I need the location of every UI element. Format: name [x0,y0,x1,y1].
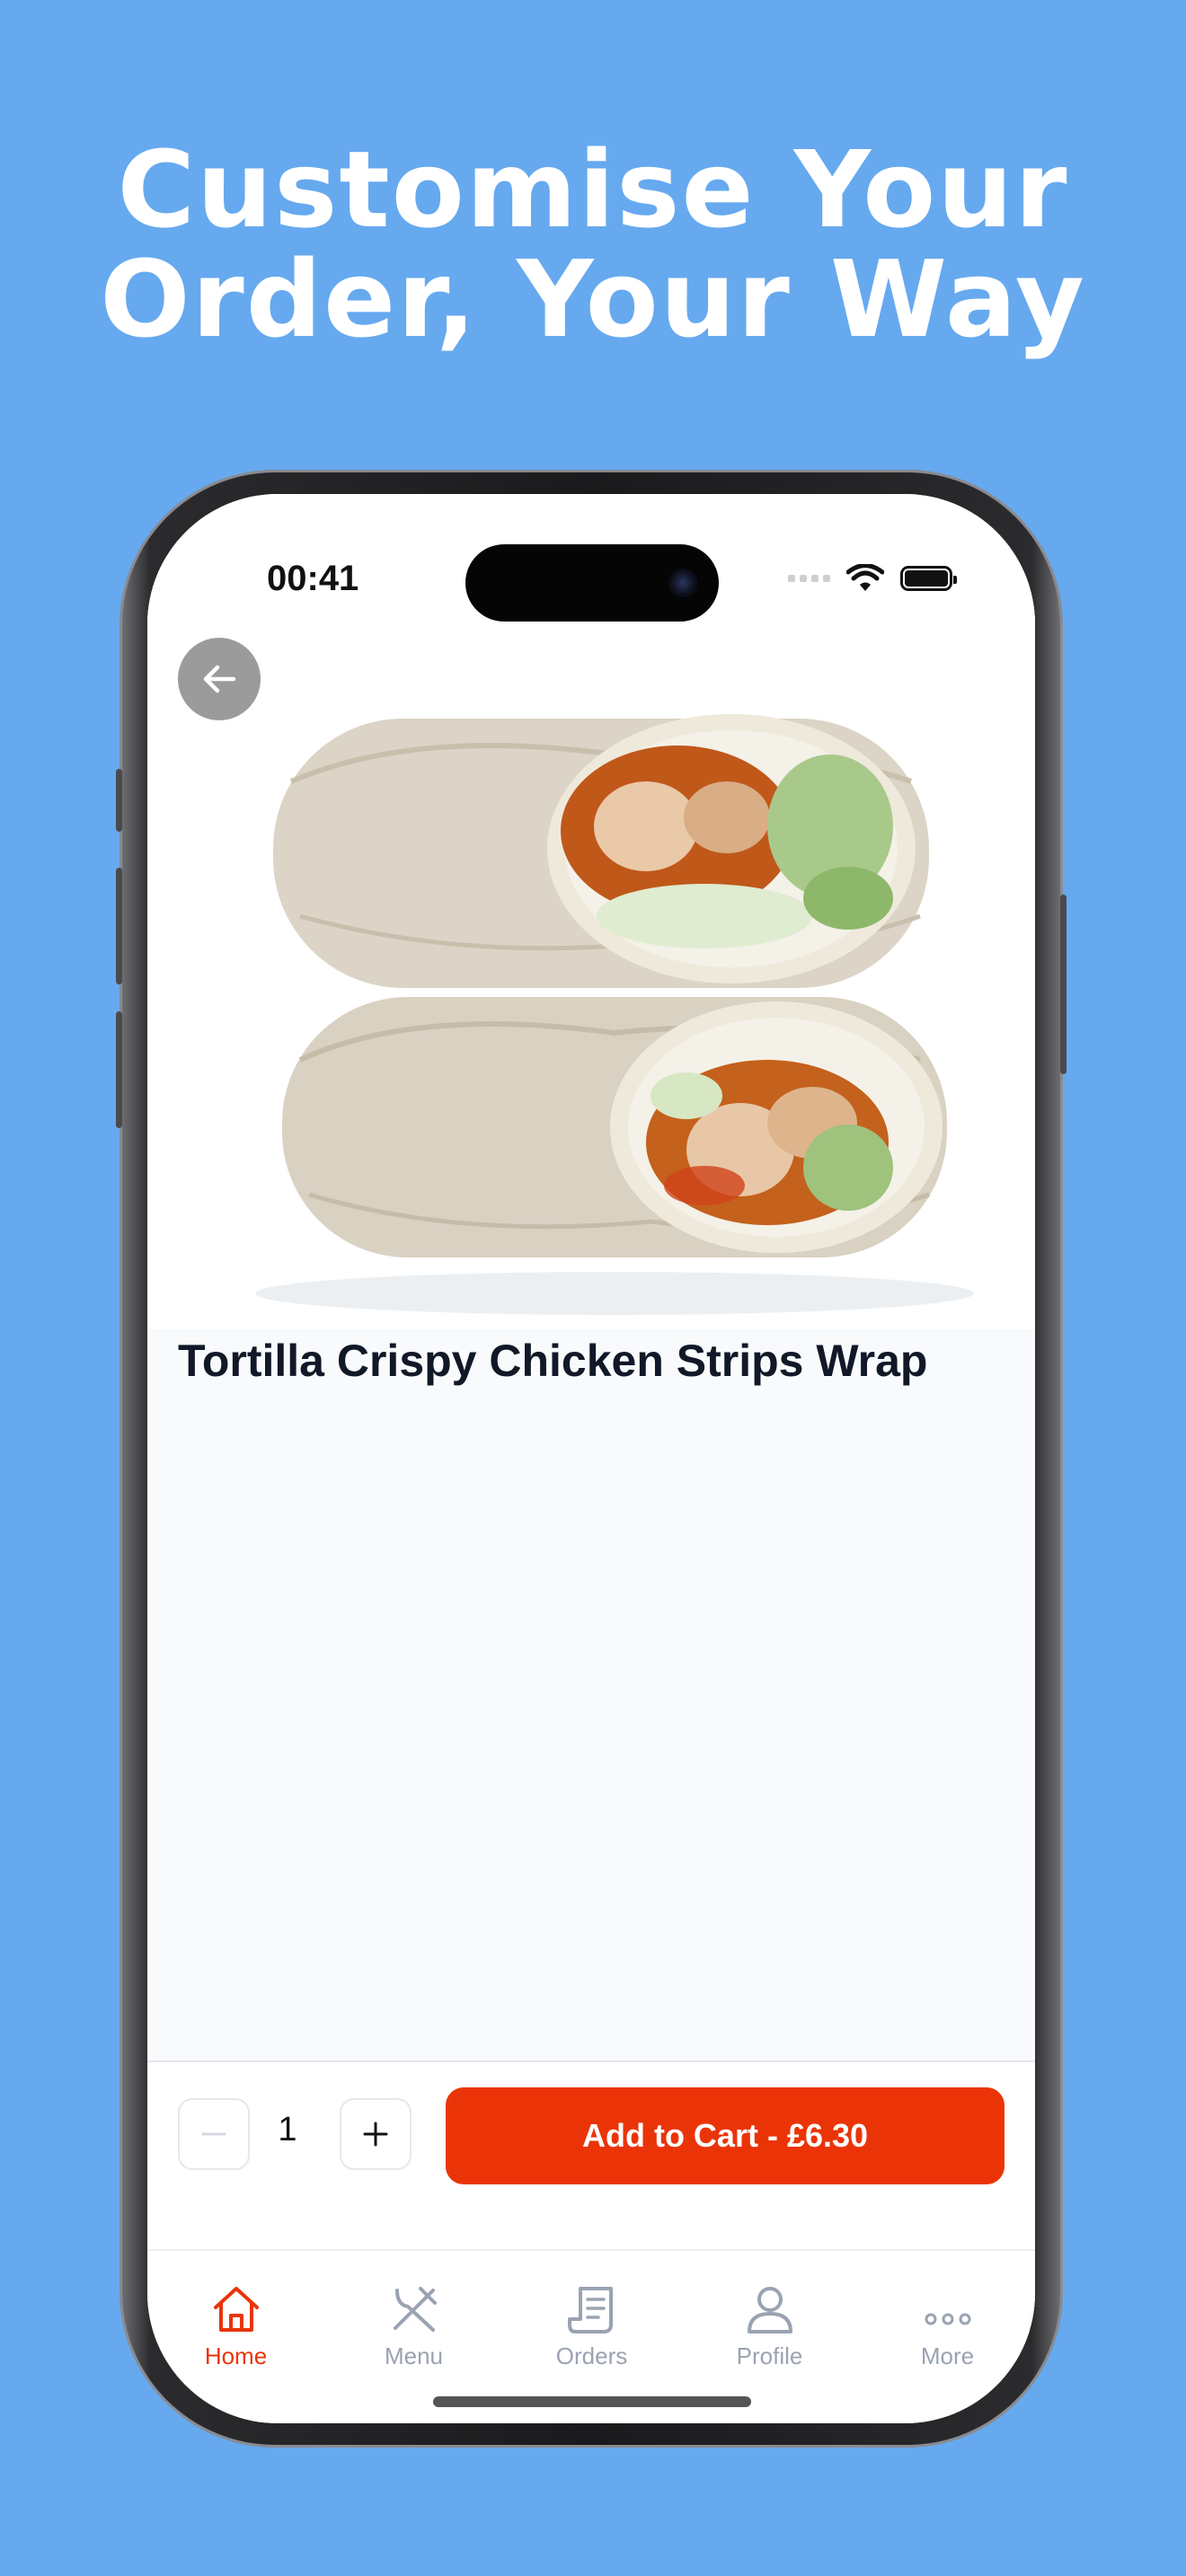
quantity-value: 1 [278,2111,297,2148]
user-icon [747,2287,792,2333]
tab-orders[interactable]: Orders [503,2280,680,2370]
add-to-cart-button[interactable]: Add to Cart - £6.30 [446,2087,1005,2184]
battery-icon [900,566,957,591]
tab-profile[interactable]: Profile [681,2280,858,2370]
tab-home[interactable]: Home [147,2280,324,2370]
status-bar: 00:41 [147,494,1035,622]
decrease-quantity-button[interactable] [178,2098,250,2170]
tab-profile-label: Profile [736,2342,803,2369]
power-button [1060,895,1067,1074]
headline-line-2: Order, Your Way [100,237,1086,361]
home-icon [213,2287,259,2332]
volume-up-button [116,868,122,984]
utensils-icon [393,2287,437,2332]
status-icons [788,564,957,593]
tab-orders-label: Orders [555,2342,628,2369]
phone-frame: 00:41 Tortilla Crispy Chicken Strips Wra… [116,472,1067,2445]
cellular-signal-icon [788,575,830,582]
home-indicator[interactable] [433,2396,751,2407]
status-time: 00:41 [267,559,359,598]
promo-headline: Customise Your Order, Your Way [0,135,1186,354]
more-icon [925,2313,970,2325]
arrow-left-icon [203,665,236,693]
dynamic-island [465,544,719,622]
tab-menu[interactable]: Menu [325,2280,502,2370]
headline-line-1: Customise Your [117,128,1069,251]
product-title: Tortilla Crispy Chicken Strips Wrap [178,1336,928,1386]
volume-down-button [116,1011,122,1128]
tab-more-label: More [920,2342,975,2369]
tab-more[interactable]: More [859,2280,1035,2370]
app-screen: 00:41 Tortilla Crispy Chicken Strips Wra… [147,494,1035,2423]
wifi-icon [846,564,884,591]
product-image [147,611,1035,1329]
tab-menu-label: Menu [384,2342,444,2369]
back-button[interactable] [178,638,261,720]
wrap-illustration [147,611,1035,1329]
plus-icon [363,2122,388,2147]
cart-bar: 1 Add to Cart - £6.30 [147,2060,1035,2251]
increase-quantity-button[interactable] [340,2098,412,2170]
action-button [116,769,122,832]
receipt-icon [567,2287,613,2333]
tab-home-label: Home [204,2342,268,2369]
minus-icon [201,2132,226,2136]
